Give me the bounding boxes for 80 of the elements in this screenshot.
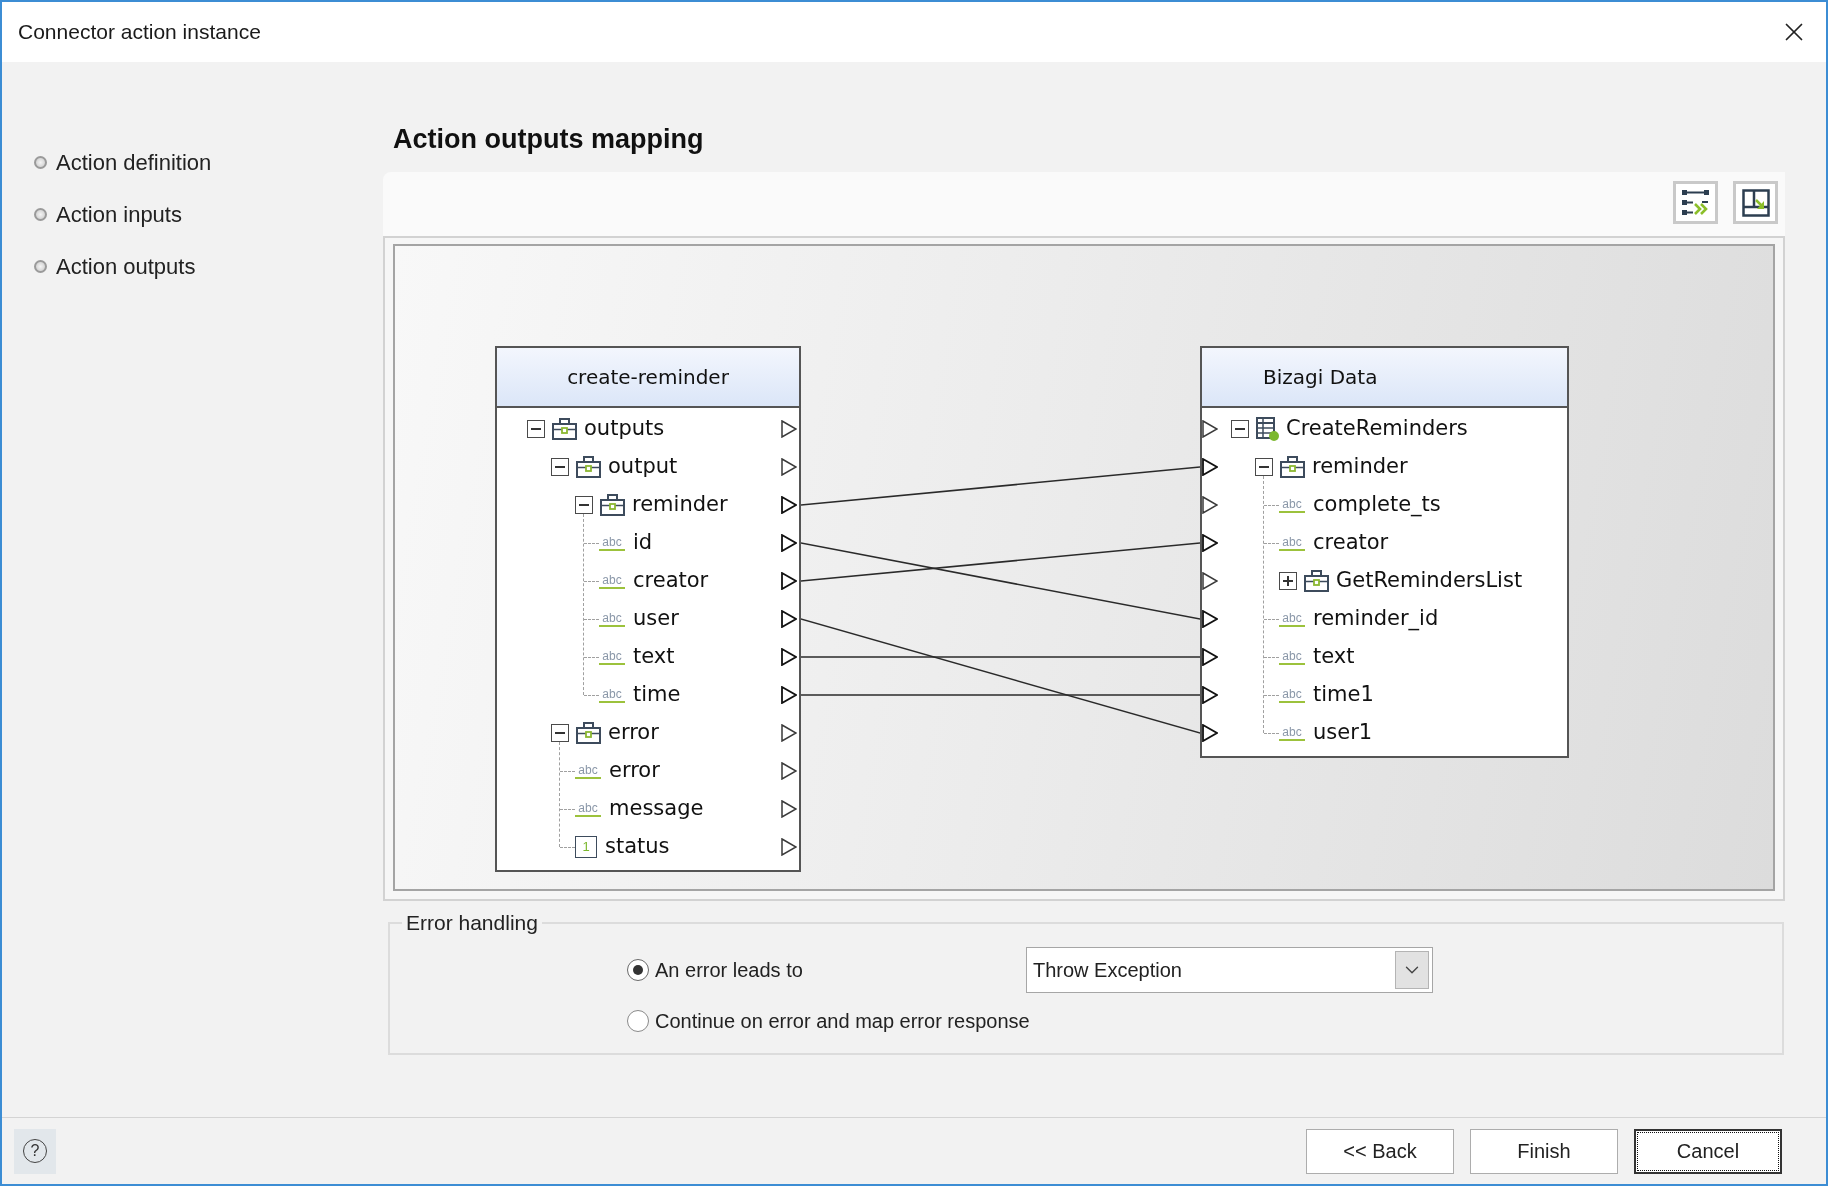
field-label: output bbox=[608, 453, 678, 481]
cancel-button[interactable]: Cancel bbox=[1634, 1128, 1782, 1174]
port-triangle-icon[interactable] bbox=[781, 534, 797, 552]
number-type-icon: 1 bbox=[575, 836, 597, 858]
dropdown[interactable]: Throw Exception bbox=[1026, 947, 1433, 993]
port-triangle-icon[interactable] bbox=[1202, 496, 1218, 514]
briefcase-icon bbox=[1280, 456, 1305, 478]
finish-button[interactable]: Finish bbox=[1470, 1128, 1618, 1174]
port-triangle-icon[interactable] bbox=[1202, 724, 1218, 742]
tree-toggle[interactable] bbox=[575, 496, 593, 514]
table-icon bbox=[1256, 417, 1279, 441]
port-triangle-icon[interactable] bbox=[781, 838, 797, 856]
field-label: status bbox=[605, 833, 670, 861]
mapping-node-header: create-reminder bbox=[497, 348, 799, 408]
port-triangle-icon[interactable] bbox=[781, 610, 797, 628]
bullet-icon bbox=[34, 155, 47, 169]
wizard-step-link[interactable]: Action outputs bbox=[34, 240, 196, 292]
port-triangle-icon[interactable] bbox=[1202, 648, 1218, 666]
field-label: id bbox=[633, 529, 653, 557]
field-label: error bbox=[608, 719, 659, 747]
field-label: user bbox=[633, 605, 679, 633]
port-triangle-icon[interactable] bbox=[1202, 420, 1218, 438]
field-label: user1 bbox=[1313, 719, 1373, 747]
port-triangle-icon[interactable] bbox=[1202, 610, 1218, 628]
group-legend: Error handling bbox=[402, 911, 542, 935]
field-label: GetRemindersList bbox=[1336, 567, 1523, 595]
wizard-step-link[interactable]: Action inputs bbox=[34, 188, 182, 240]
field-label: creator bbox=[633, 567, 709, 595]
port-triangle-icon[interactable] bbox=[781, 458, 797, 476]
port-triangle-icon[interactable] bbox=[781, 724, 797, 742]
wizard-step-link[interactable]: Action definition bbox=[34, 136, 212, 188]
port-triangle-icon[interactable] bbox=[781, 572, 797, 590]
back-button[interactable]: << Back bbox=[1306, 1128, 1454, 1174]
tree-toggle[interactable] bbox=[551, 724, 569, 742]
port-triangle-icon[interactable] bbox=[1202, 458, 1218, 476]
page-heading: Action outputs mapping bbox=[392, 123, 704, 156]
field-label: time1 bbox=[1313, 681, 1374, 709]
field-label: text bbox=[633, 643, 675, 671]
radio-button[interactable] bbox=[627, 959, 649, 981]
briefcase-icon bbox=[576, 456, 601, 478]
bullet-icon bbox=[34, 259, 47, 273]
toolbar-button[interactable] bbox=[1673, 181, 1718, 224]
tree-toggle[interactable] bbox=[1255, 458, 1273, 476]
tree-toggle[interactable] bbox=[1279, 572, 1297, 590]
field-label: complete_ts bbox=[1313, 491, 1441, 519]
field-label: reminder_id bbox=[1313, 605, 1439, 633]
field-label: message bbox=[609, 795, 704, 823]
port-triangle-icon[interactable] bbox=[781, 762, 797, 780]
field-label: CreateReminders bbox=[1286, 415, 1468, 443]
field-label: creator bbox=[1313, 529, 1389, 557]
briefcase-icon bbox=[576, 722, 601, 744]
field-label: error bbox=[609, 757, 660, 785]
port-triangle-icon[interactable] bbox=[781, 496, 797, 514]
tree-toggle[interactable] bbox=[551, 458, 569, 476]
field-label: outputs bbox=[584, 415, 665, 443]
briefcase-icon bbox=[552, 418, 577, 440]
radio-button[interactable] bbox=[627, 1010, 649, 1032]
help-button[interactable]: ? bbox=[14, 1128, 56, 1174]
field-label: reminder bbox=[1312, 453, 1408, 481]
port-triangle-icon[interactable] bbox=[1202, 572, 1218, 590]
briefcase-icon bbox=[600, 494, 625, 516]
tree-toggle[interactable] bbox=[527, 420, 545, 438]
briefcase-icon bbox=[1304, 570, 1329, 592]
field-label: reminder bbox=[632, 491, 728, 519]
port-triangle-icon[interactable] bbox=[781, 686, 797, 704]
port-triangle-icon[interactable] bbox=[1202, 686, 1218, 704]
port-triangle-icon[interactable] bbox=[781, 800, 797, 818]
field-label: text bbox=[1313, 643, 1355, 671]
port-triangle-icon[interactable] bbox=[781, 420, 797, 438]
radio-label[interactable]: Continue on error and map error response bbox=[655, 1006, 1030, 1036]
tree-toggle[interactable] bbox=[1231, 420, 1249, 438]
list-chevrons-icon bbox=[1681, 189, 1710, 216]
window-title: Connector action instance bbox=[18, 19, 261, 46]
port-triangle-icon[interactable] bbox=[1202, 534, 1218, 552]
toolbar-button[interactable] bbox=[1733, 181, 1778, 224]
bullet-icon bbox=[34, 207, 47, 221]
port-triangle-icon[interactable] bbox=[781, 648, 797, 666]
field-label: time bbox=[633, 681, 681, 709]
mapping-node-header: Bizagi Data bbox=[1202, 348, 1567, 408]
radio-label[interactable]: An error leads to bbox=[655, 955, 803, 985]
